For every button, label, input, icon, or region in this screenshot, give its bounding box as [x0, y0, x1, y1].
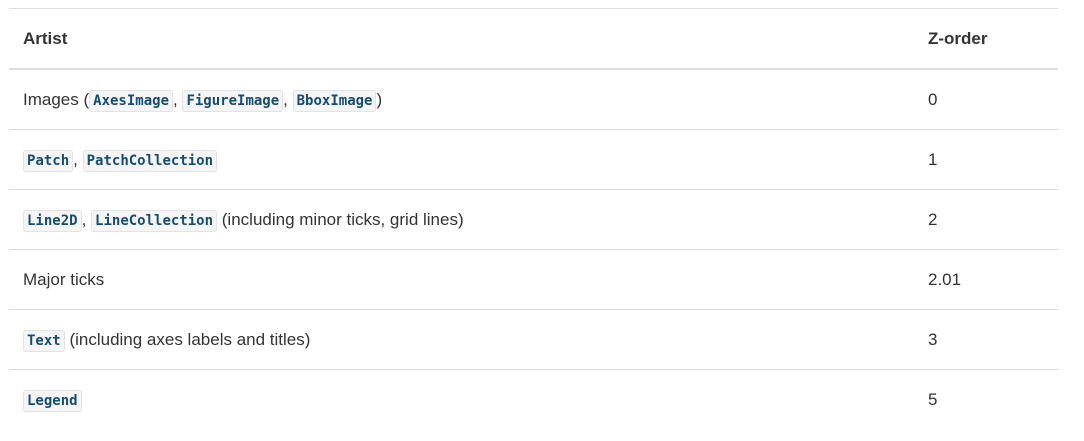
table-row: Line2D, LineCollection (including minor …	[9, 189, 1058, 250]
zorder-cell: 1	[914, 129, 1058, 190]
code-link[interactable]: FigureImage	[182, 89, 284, 112]
code-link[interactable]: Patch	[23, 149, 74, 172]
artist-cell: Images (AxesImage, FigureImage, BboxImag…	[9, 68, 914, 130]
table-row: Legend 5	[9, 369, 1058, 429]
artist-cell: Major ticks	[9, 249, 914, 310]
cell-text: )	[376, 89, 383, 109]
zorder-table: Artist Z-order Images (AxesImage, Figure…	[9, 8, 1058, 429]
cell-text: (including axes labels and titles)	[64, 329, 311, 349]
cell-text: ,	[73, 149, 83, 169]
table-header-row: Artist Z-order	[9, 8, 1058, 70]
code-link[interactable]: AxesImage	[89, 89, 173, 112]
cell-text: ,	[283, 89, 293, 109]
header-zorder: Z-order	[914, 8, 1058, 70]
cell-text: ,	[81, 209, 92, 229]
code-link[interactable]: Legend	[23, 389, 82, 412]
cell-text: (including minor ticks, grid lines)	[217, 209, 464, 229]
zorder-cell: 2	[914, 189, 1058, 250]
zorder-cell: 2.01	[914, 249, 1058, 310]
table-row: Patch, PatchCollection 1	[9, 129, 1058, 190]
table-row: Major ticks 2.01	[9, 249, 1058, 310]
code-link[interactable]: LineCollection	[91, 209, 218, 232]
code-link[interactable]: BboxImage	[292, 89, 377, 112]
cell-text: Major ticks	[23, 269, 105, 289]
code-link[interactable]: Text	[23, 329, 65, 352]
zorder-cell: 0	[914, 68, 1058, 130]
table-row: Text (including axes labels and titles) 3	[9, 309, 1058, 370]
header-artist: Artist	[9, 8, 914, 70]
artist-cell: Legend	[9, 369, 914, 429]
artist-cell: Text (including axes labels and titles)	[9, 309, 914, 370]
zorder-cell: 5	[914, 369, 1058, 429]
artist-cell: Patch, PatchCollection	[9, 129, 914, 190]
zorder-cell: 3	[914, 309, 1058, 370]
code-link[interactable]: PatchCollection	[82, 149, 218, 172]
cell-text: Images (	[23, 89, 90, 109]
code-link[interactable]: Line2D	[23, 209, 82, 232]
table-row: Images (AxesImage, FigureImage, BboxImag…	[9, 68, 1058, 130]
artist-cell: Line2D, LineCollection (including minor …	[9, 189, 914, 250]
